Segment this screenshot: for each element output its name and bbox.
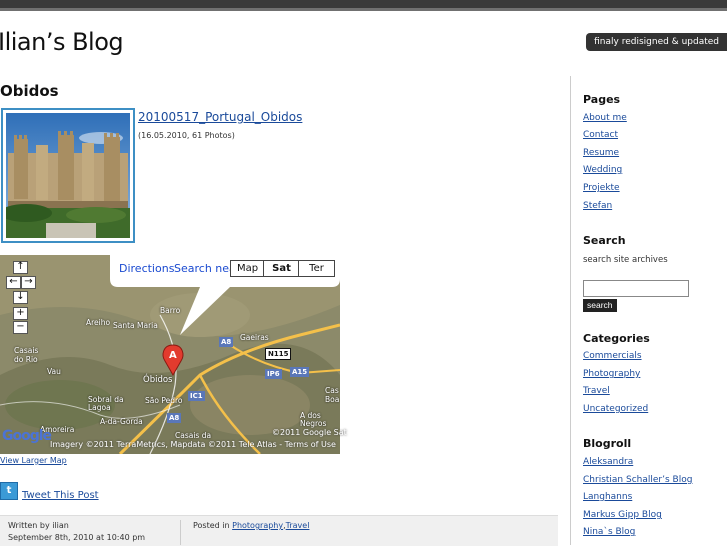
pan-up-button[interactable]: ↑ [13, 261, 28, 274]
map-label: Vau [47, 367, 61, 376]
view-larger-map-link[interactable]: View Larger Map [0, 456, 67, 465]
road-shield: IP6 [265, 369, 282, 379]
sidebar-item-wedding[interactable]: Wedding [583, 165, 622, 175]
map-label: Barro [160, 306, 181, 315]
blogroll-item-markus[interactable]: Markus Gipp Blog [583, 510, 662, 520]
blogroll-item-aleksandra[interactable]: Aleksandra [583, 457, 633, 467]
category-link-photography[interactable]: Photography [232, 521, 283, 530]
map-label: A dos Negros [300, 411, 327, 428]
map-label: Sobral da Lagoa [88, 395, 124, 412]
sidebar-item-contact[interactable]: Contact [583, 130, 618, 140]
pages-heading: Pages [583, 93, 621, 106]
site-header: Ilian’s Blog finaly redisigned & updated [0, 11, 727, 68]
sidebar-item-travel[interactable]: Travel [583, 386, 610, 396]
footer-divider [180, 520, 181, 545]
post-title[interactable]: Obidos [0, 82, 59, 100]
sidebar-item-photography[interactable]: Photography [583, 369, 640, 379]
posted-in-label: Posted in [193, 521, 230, 530]
map-label: Casais do Rio [14, 346, 39, 364]
map-copyright-google: ©2011 Google Sat [272, 428, 347, 437]
search-input[interactable] [583, 280, 689, 297]
category-link-travel[interactable]: Travel [286, 521, 310, 530]
twitter-icon[interactable]: t [0, 482, 18, 500]
blogroll-heading: Blogroll [583, 437, 632, 450]
top-bar [0, 0, 727, 8]
map-label: São Pedro [145, 396, 183, 405]
map-label: Boa [325, 395, 340, 404]
map-label: Santa Maria [113, 321, 158, 330]
map-label: Cas [325, 386, 339, 395]
sidebar-item-resume[interactable]: Resume [583, 148, 619, 158]
tweet-this-post-link[interactable]: Tweet This Post [22, 490, 99, 501]
map-copyright[interactable]: Imagery ©2011 TerraMetrics, Mapdata ©201… [50, 440, 336, 449]
blogroll-item-langhanns[interactable]: Langhanns [583, 492, 632, 502]
pan-left-button[interactable]: ← [6, 276, 21, 289]
search-description: search site archives [583, 255, 668, 265]
written-by: Written by ilian [8, 521, 69, 530]
road-shield: A8 [219, 337, 234, 347]
sidebar-divider [570, 76, 571, 545]
map-label: A-da-Gorda [100, 417, 143, 426]
map-label: Gaeiras [240, 333, 269, 342]
sidebar-item-projekte[interactable]: Projekte [583, 183, 620, 193]
castle-photo [6, 113, 130, 238]
road-shield: A15 [290, 367, 310, 377]
post-date: September 8th, 2010 at 10:40 pm [8, 533, 146, 542]
sidebar-item-stefan[interactable]: Stefan [583, 201, 612, 211]
sidebar-item-commercials[interactable]: Commercials [583, 351, 642, 361]
search-button[interactable]: search [583, 299, 617, 312]
sidebar-item-uncategorized[interactable]: Uncategorized [583, 404, 648, 414]
road-shield: IC1 [188, 391, 205, 401]
blogroll-item-nina[interactable]: Nina`s Blog [583, 527, 635, 537]
zoom-in-button[interactable]: + [13, 307, 28, 320]
album-meta: (16.05.2010, 61 Photos) [138, 131, 235, 140]
blogroll-item-christian[interactable]: Christian Schaller’s Blog [583, 475, 692, 485]
album-thumbnail[interactable] [1, 108, 135, 243]
map-label: Areiho [86, 318, 111, 327]
pan-down-button[interactable]: ↓ [13, 291, 28, 304]
map-label: Óbidos [143, 375, 173, 385]
sidebar-item-about-me[interactable]: About me [583, 113, 627, 123]
directions-link[interactable]: Directions [119, 262, 174, 275]
road-shield: N115 [265, 348, 292, 360]
embedded-map[interactable]: ↑ ← → ↓ + − A Barro Areiho Santa Maria C… [0, 255, 340, 454]
posted-in: Posted in Photography,Travel [193, 521, 310, 530]
album-link[interactable]: 20100517_Portugal_Obidos [138, 110, 302, 124]
categories-heading: Categories [583, 332, 650, 345]
road-shield: A8 [167, 413, 182, 423]
pan-right-button[interactable]: → [21, 276, 36, 289]
google-logo[interactable]: Google [2, 428, 52, 444]
marker-letter[interactable]: A [169, 350, 177, 361]
map-type-map[interactable]: Map [230, 260, 265, 277]
map-type-sat[interactable]: Sat [263, 260, 300, 277]
zoom-out-button[interactable]: − [13, 321, 28, 334]
tagline-badge: finaly redisigned & updated [586, 33, 727, 51]
map-type-ter[interactable]: Ter [298, 260, 335, 277]
blog-title[interactable]: Ilian’s Blog [0, 28, 124, 56]
search-heading: Search [583, 234, 626, 247]
map-label: Casais da [175, 431, 212, 440]
